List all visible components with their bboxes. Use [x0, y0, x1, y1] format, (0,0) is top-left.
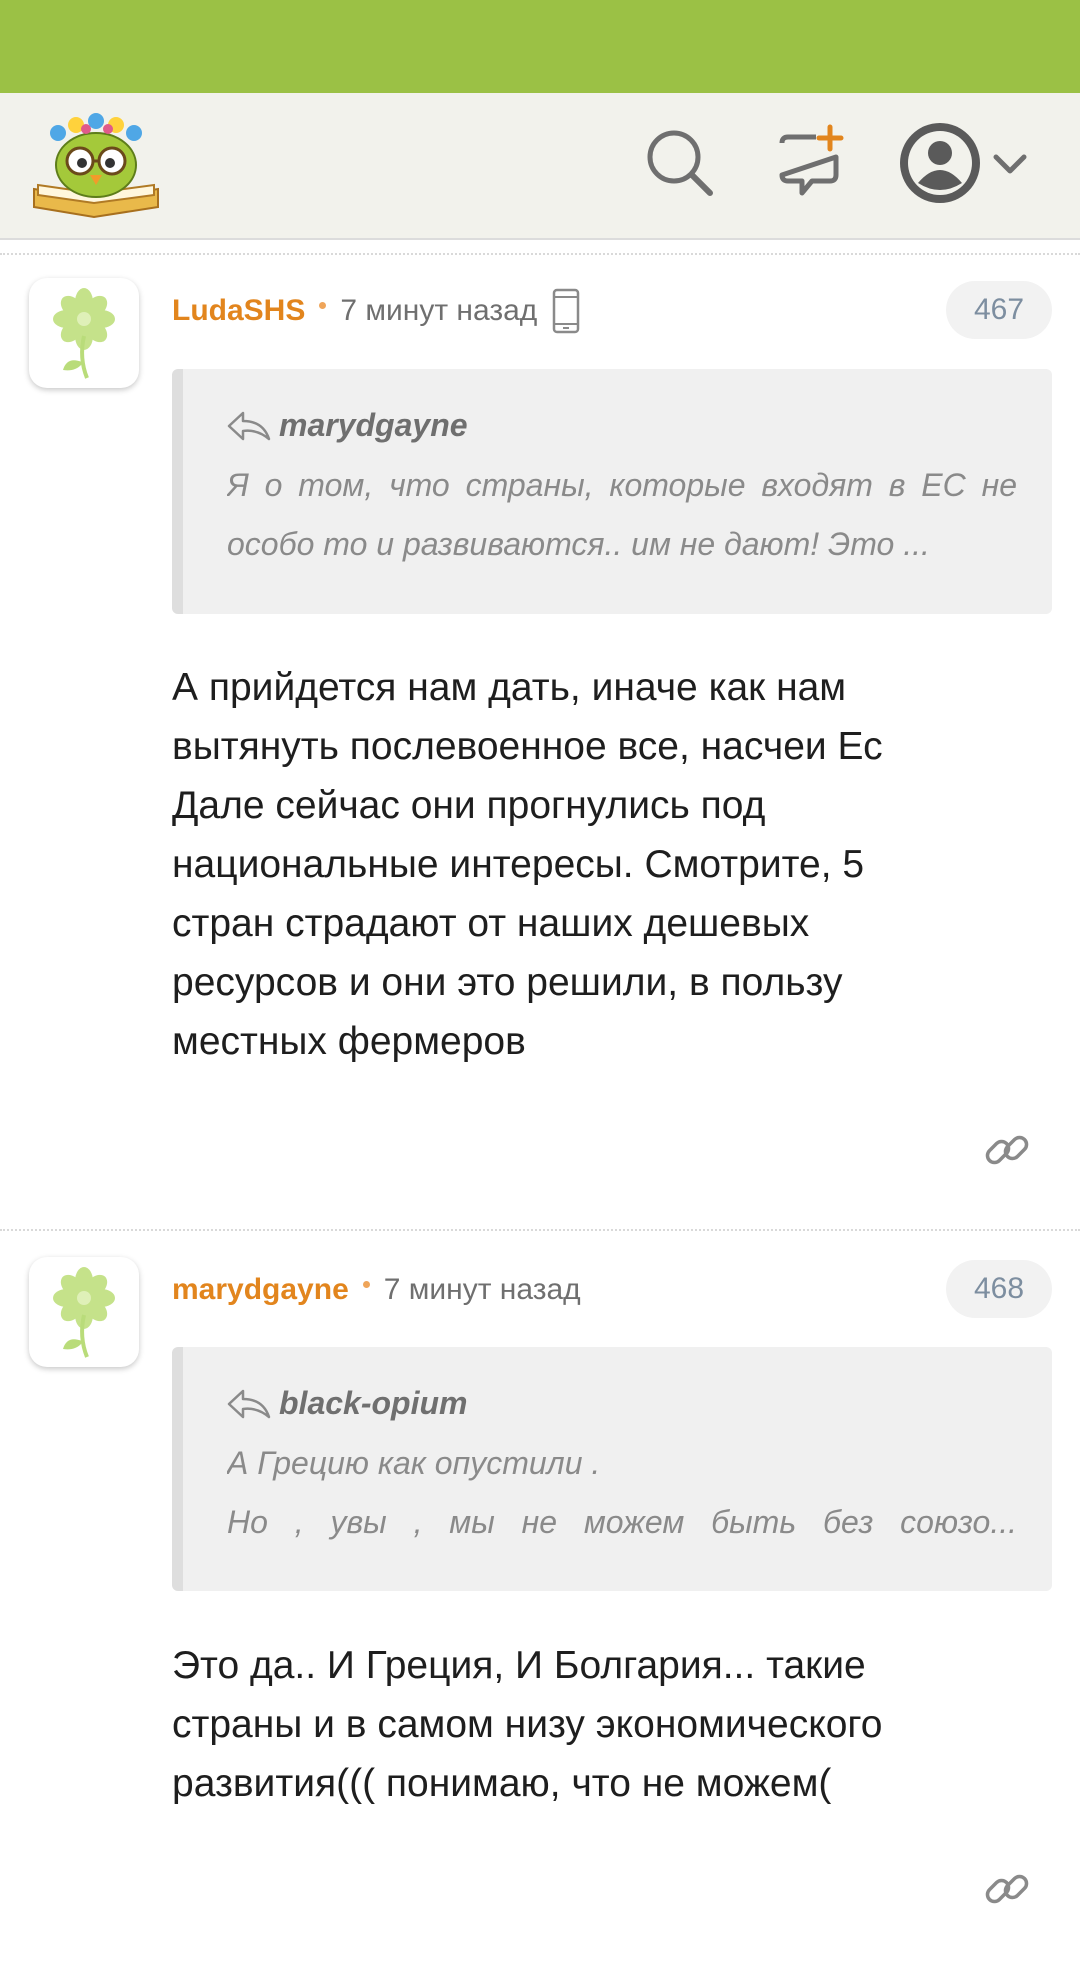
link-icon	[985, 1135, 1029, 1165]
quote-author[interactable]: marydgayne	[279, 407, 468, 444]
quote-author[interactable]: black-opium	[279, 1385, 467, 1422]
status-dot	[362, 1280, 370, 1288]
user-circle-icon	[900, 123, 980, 203]
comment-body-line: развития((( понимаю, что не можем(	[172, 1762, 832, 1805]
comment-body-line: А прийдется нам дать, иначе как нам	[172, 666, 847, 709]
divider	[0, 1229, 1080, 1231]
link-icon	[985, 1874, 1029, 1904]
reply-arrow-icon	[227, 411, 271, 440]
comment-body-line: страны и в самом низу экономического	[172, 1703, 883, 1746]
avatar[interactable]	[29, 1257, 139, 1367]
quote-text-line: особо то и развиваются.. им не дают! Это…	[227, 526, 930, 562]
account-menu-button[interactable]	[898, 121, 1038, 207]
comment-body-line: стран страдают от наших дешевых	[172, 902, 810, 945]
comment-number-badge[interactable]: 467	[946, 281, 1052, 339]
copy-link-button[interactable]	[982, 1125, 1032, 1175]
flower-avatar-icon	[53, 288, 115, 379]
comment-time[interactable]: 7 минут назад	[384, 1273, 581, 1307]
comment-body: А прийдется нам дать, иначе как нам вытя…	[172, 658, 1032, 1071]
app-header	[0, 93, 1080, 240]
comment-body-line: местных фермеров	[172, 1020, 526, 1063]
quote-header: marydgayne	[227, 407, 468, 444]
copy-link-button[interactable]	[982, 1864, 1032, 1914]
comment-body-line: вытянуть послевоенное все, насчеи Ес	[172, 725, 883, 768]
comment-body: Это да.. И Греция, И Болгария... такие с…	[172, 1636, 1032, 1813]
quote-text-line: Я о том, что страны, которые входят в ЕС…	[227, 467, 1017, 503]
comment-body-line: ресурсов и они это решили, в пользу	[172, 961, 843, 1004]
comment-time[interactable]: 7 минут назад	[340, 294, 537, 328]
site-logo-icon[interactable]	[30, 111, 162, 221]
mobile-phone-icon	[553, 288, 580, 334]
quote-text-line: А Грецию как опустили .	[227, 1445, 601, 1481]
quote-block[interactable]: black-opium А Грецию как опустили . Но ,…	[172, 1347, 1052, 1591]
chevron-down-icon	[993, 154, 1027, 174]
flower-avatar-icon	[53, 1267, 115, 1358]
status-dot	[319, 301, 327, 309]
comment-author[interactable]: marydgayne	[172, 1273, 349, 1307]
quote-text-line: Но , увы , мы не можем быть без союзо...	[227, 1504, 1017, 1540]
new-post-button[interactable]	[770, 123, 850, 203]
comment-meta: marydgayne 7 минут назад	[172, 1270, 581, 1310]
comment-number-badge[interactable]: 468	[946, 1260, 1052, 1318]
quote-header: black-opium	[227, 1385, 467, 1422]
comment-body-line: Это да.. И Греция, И Болгария... такие	[172, 1644, 866, 1687]
comment-body-line: национальные интересы. Смотрите, 5	[172, 843, 865, 886]
quote-block[interactable]: marydgayne Я о том, что страны, которые …	[172, 369, 1052, 614]
divider	[0, 253, 1080, 255]
status-bar	[0, 0, 1080, 93]
reply-arrow-icon	[227, 1389, 271, 1418]
comment-author[interactable]: LudaSHS	[172, 294, 305, 328]
comment-body-line: Дале сейчас они прогнулись под	[172, 784, 766, 827]
avatar[interactable]	[29, 278, 139, 388]
search-button[interactable]	[640, 123, 720, 203]
comment-meta: LudaSHS 7 минут назад	[172, 288, 581, 334]
search-icon	[647, 130, 713, 196]
chat-plus-icon	[779, 124, 844, 196]
